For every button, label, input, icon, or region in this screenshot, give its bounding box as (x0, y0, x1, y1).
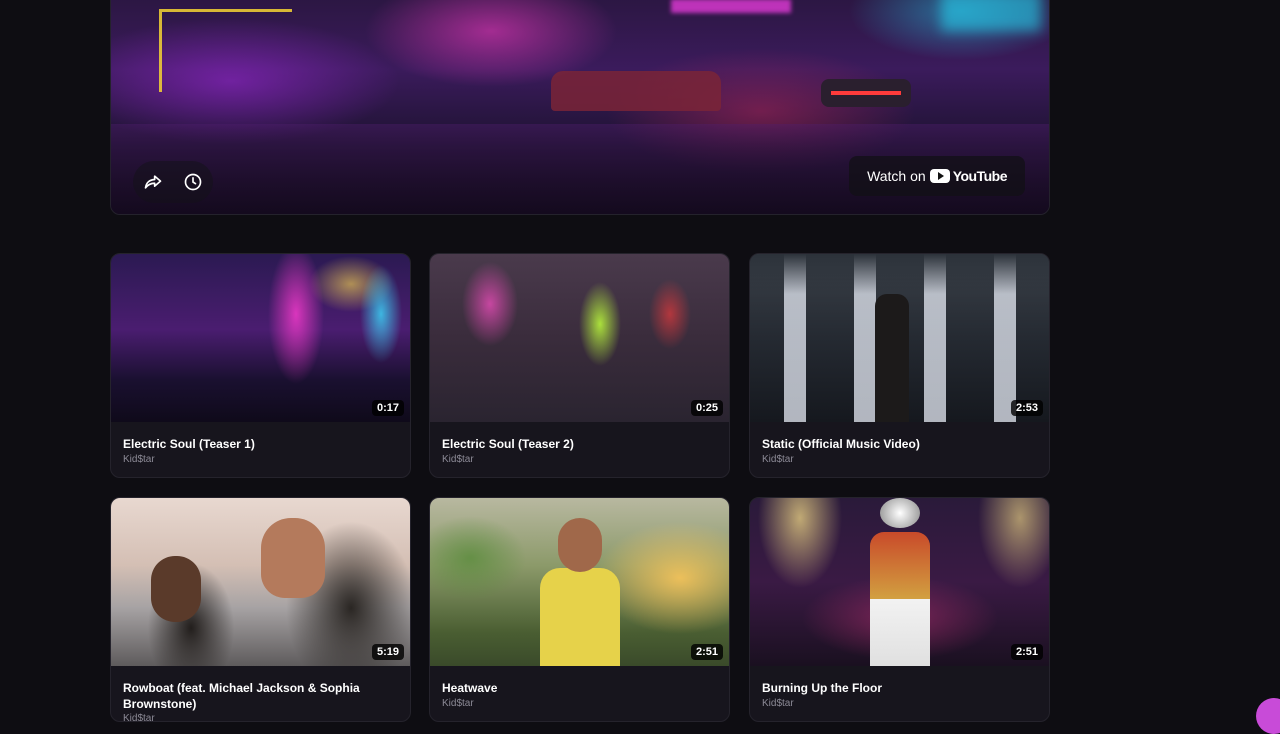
car (821, 79, 911, 107)
share-icon[interactable] (141, 170, 165, 194)
duration-badge: 5:19 (371, 644, 404, 660)
person (151, 556, 201, 622)
person (540, 568, 620, 666)
neon-light (671, 0, 791, 13)
video-title[interactable]: Electric Soul (Teaser 1) (123, 436, 398, 452)
video-thumbnail[interactable]: 0:25 (430, 254, 729, 422)
video-author: Kid$tar (762, 698, 794, 709)
video-author: Kid$tar (123, 454, 155, 465)
video-card[interactable]: 5:19 Rowboat (feat. Michael Jackson & So… (110, 497, 411, 722)
video-title[interactable]: Burning Up the Floor (762, 680, 1037, 696)
video-card[interactable]: 2:51 Heatwave Kid$tar (429, 497, 730, 722)
clock-icon[interactable] (181, 170, 205, 194)
chat-bubble-button[interactable] (1256, 698, 1280, 734)
person (870, 532, 930, 666)
video-thumbnail[interactable]: 2:53 (750, 254, 1049, 422)
video-author: Kid$tar (442, 698, 474, 709)
player-controls (133, 161, 213, 203)
video-thumbnail[interactable]: 2:51 (430, 498, 729, 666)
watch-on-youtube-button[interactable]: Watch on YouTube (849, 156, 1025, 196)
person (261, 518, 325, 598)
video-author: Kid$tar (123, 713, 155, 722)
video-author: Kid$tar (762, 454, 794, 465)
video-title[interactable]: Heatwave (442, 680, 717, 696)
video-title[interactable]: Electric Soul (Teaser 2) (442, 436, 717, 452)
video-card[interactable]: 0:17 Electric Soul (Teaser 1) Kid$tar (110, 253, 411, 478)
person (875, 294, 909, 422)
video-thumbnail[interactable]: 0:17 (111, 254, 410, 422)
video-card[interactable]: 2:53 Static (Official Music Video) Kid$t… (749, 253, 1050, 478)
duration-badge: 0:17 (371, 400, 404, 416)
youtube-play-icon (929, 169, 950, 183)
person (558, 518, 602, 572)
video-player[interactable]: Watch on YouTube (110, 0, 1050, 215)
video-title[interactable]: Rowboat (feat. Michael Jackson & Sophia … (123, 680, 398, 712)
youtube-logo: YouTube (929, 168, 1008, 184)
duration-badge: 2:53 (1010, 400, 1043, 416)
video-thumbnail[interactable]: 5:19 (111, 498, 410, 666)
video-thumbnail[interactable]: 2:51 (750, 498, 1049, 666)
neon-sign (159, 9, 292, 92)
duration-badge: 2:51 (1010, 644, 1043, 660)
car (551, 71, 721, 111)
neon-light (941, 0, 1041, 31)
duration-badge: 0:25 (690, 400, 723, 416)
disco-ball (880, 498, 920, 528)
duration-badge: 2:51 (690, 644, 723, 660)
video-title[interactable]: Static (Official Music Video) (762, 436, 1037, 452)
video-card[interactable]: 0:25 Electric Soul (Teaser 2) Kid$tar (429, 253, 730, 478)
video-card[interactable]: 2:51 Burning Up the Floor Kid$tar (749, 497, 1050, 722)
video-author: Kid$tar (442, 454, 474, 465)
youtube-wordmark: YouTube (952, 168, 1008, 184)
watch-on-label: Watch on (867, 168, 926, 184)
